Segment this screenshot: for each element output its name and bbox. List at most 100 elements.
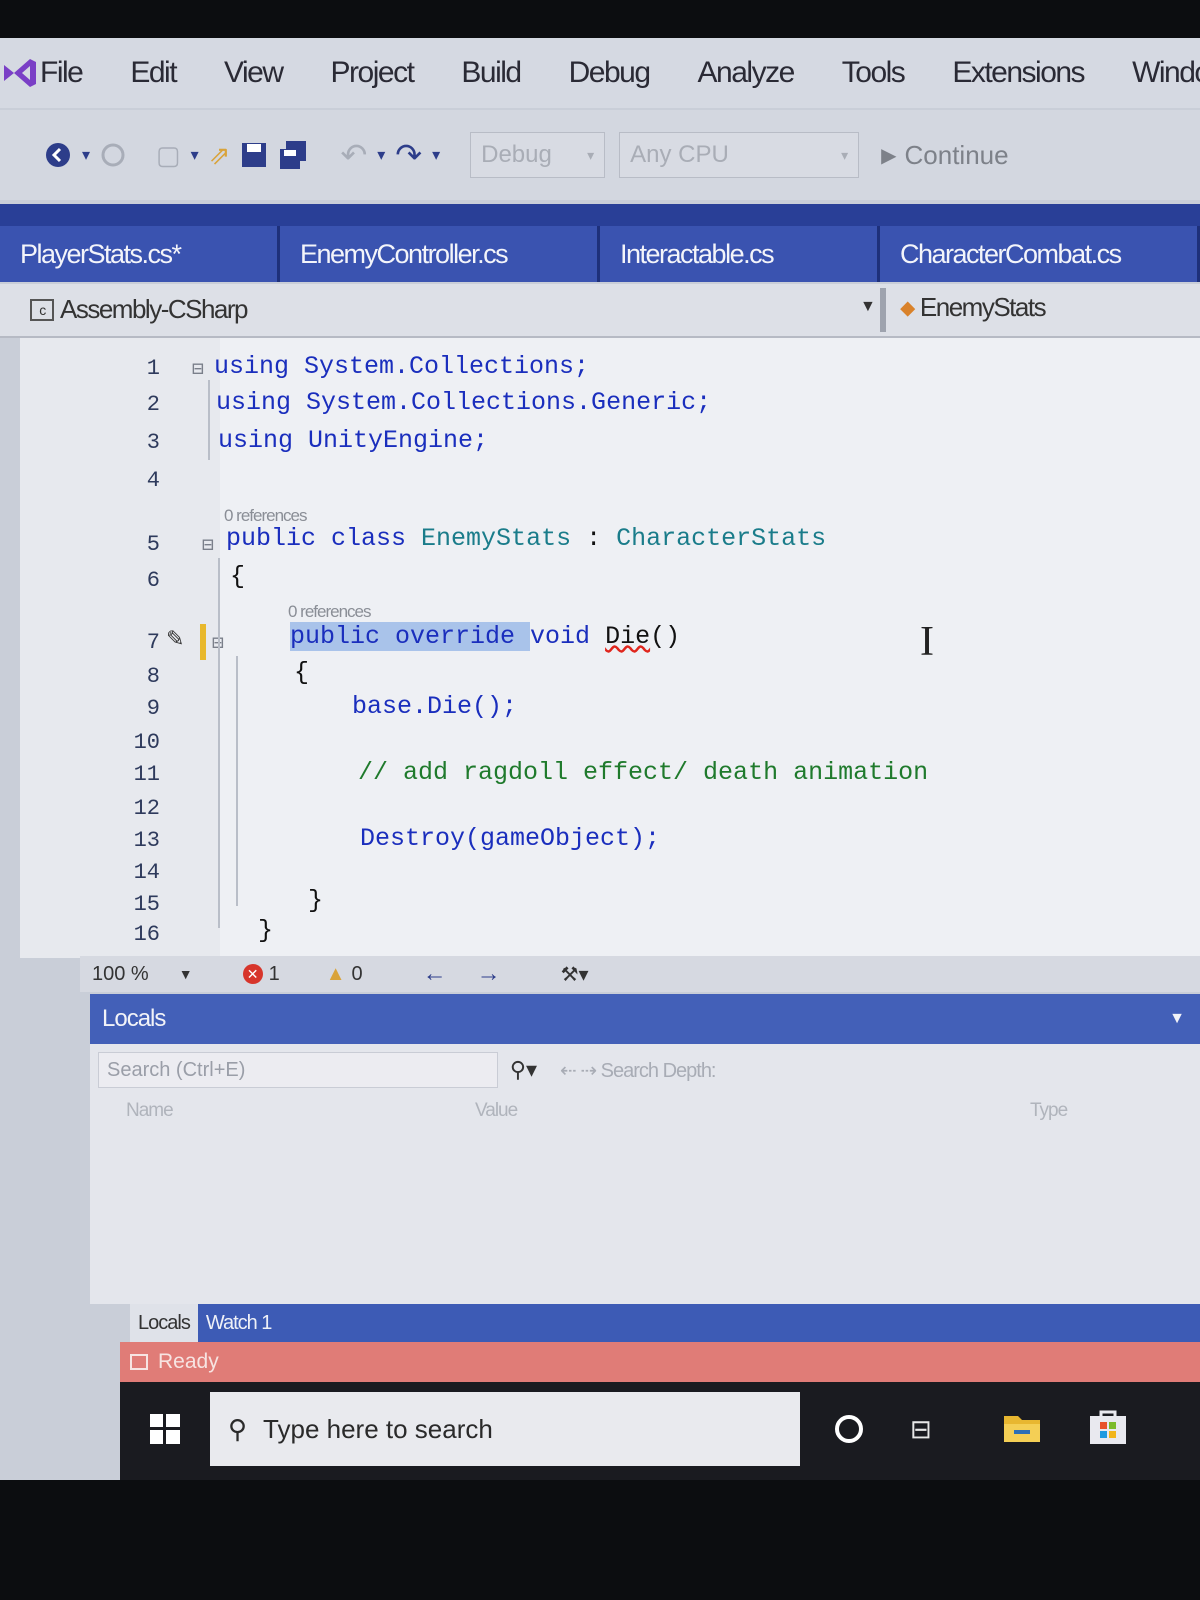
line-number: 2: [146, 392, 160, 417]
search-icon[interactable]: ⚲▾: [510, 1057, 537, 1083]
tab-watch-1[interactable]: Watch 1: [198, 1304, 280, 1342]
project-dropdown-icon[interactable]: ▼: [860, 298, 876, 316]
change-marker: [200, 624, 206, 660]
redo-icon[interactable]: ↷: [395, 130, 422, 180]
search-icon: ⚲: [228, 1413, 248, 1444]
previous-issue-icon[interactable]: ←: [423, 960, 447, 988]
navigate-back-icon[interactable]: [44, 130, 72, 180]
panel-menu-icon[interactable]: ▼: [1169, 1010, 1185, 1028]
menu-view[interactable]: View: [224, 56, 284, 90]
collapse-icon[interactable]: ⊟: [192, 356, 204, 382]
indent-guide: [236, 656, 238, 906]
column-type[interactable]: Type: [1030, 1100, 1068, 1122]
menu-extensions[interactable]: Extensions: [952, 56, 1085, 90]
zoom-dropdown-icon[interactable]: ▼: [179, 966, 193, 982]
menu-project[interactable]: Project: [331, 56, 415, 90]
line-number: 11: [133, 762, 160, 787]
code-lens-references[interactable]: 0 references: [224, 506, 307, 526]
file-explorer-icon[interactable]: [1002, 1410, 1042, 1449]
class-name: EnemyStats: [919, 292, 1047, 322]
undo-icon[interactable]: ↶: [340, 130, 367, 180]
status-bar: Ready: [120, 1342, 1200, 1382]
undo-dropdown-icon[interactable]: ▾: [377, 130, 385, 180]
menu-file[interactable]: File: [40, 56, 84, 90]
redo-dropdown-icon[interactable]: ▾: [432, 130, 440, 180]
zoom-level[interactable]: 100 %: [92, 963, 149, 986]
error-icon: ✕: [242, 964, 263, 984]
void-keyword: void: [530, 622, 606, 651]
taskbar-search-box[interactable]: ⚲ Type here to search: [210, 1392, 800, 1466]
type-selector[interactable]: ⬥ EnemyStats: [900, 292, 1047, 323]
menu-build[interactable]: Build: [461, 56, 522, 90]
line-number: 5: [146, 532, 160, 557]
new-project-icon[interactable]: ▢: [156, 130, 181, 180]
tab-playerstats[interactable]: PlayerStats.cs*: [0, 226, 280, 282]
line-number: 16: [133, 922, 160, 947]
solution-platform-select[interactable]: Any CPU ▾: [619, 132, 860, 178]
tab-interactable[interactable]: Interactable.cs: [600, 226, 880, 282]
task-view-icon[interactable]: ⊟: [910, 1414, 932, 1445]
line-number: 12: [133, 796, 160, 821]
line-number: 4: [146, 468, 160, 493]
class-icon: ⬥: [900, 294, 915, 320]
locals-panel: Search (Ctrl+E) ⚲▾ ⇠ ⇢ Search Depth: Nam…: [90, 1044, 1200, 1304]
brush-icon[interactable]: ⚒▾: [561, 962, 589, 987]
continue-button[interactable]: ▶ Continue: [881, 140, 1008, 171]
code-lens-references[interactable]: 0 references: [288, 602, 371, 622]
warning-count-button[interactable]: ▲ 0: [326, 963, 363, 986]
line-number: 9: [146, 696, 160, 721]
windows-taskbar: ⚲ Type here to search ⊟: [120, 1382, 1200, 1480]
text-cursor-icon: I: [920, 619, 934, 665]
indent-guide: [218, 558, 220, 928]
editor-status-strip: 100 % ▼ ✕ 1 ▲ 0 ← → ⚒▾: [80, 956, 1200, 992]
code-line-6: {: [230, 562, 246, 591]
tab-enemycontroller[interactable]: EnemyController.cs: [280, 226, 600, 282]
project-selector[interactable]: c Assembly-CSharp: [30, 294, 249, 325]
class-keyword: public class: [226, 524, 422, 553]
taskbar-search-placeholder: Type here to search: [263, 1413, 493, 1444]
menu-tools[interactable]: Tools: [842, 56, 906, 90]
tab-charactercombat[interactable]: CharacterCombat.cs: [880, 226, 1200, 282]
microsoft-store-icon[interactable]: [1088, 1408, 1128, 1449]
new-dropdown-icon[interactable]: ▾: [191, 130, 199, 180]
nav-splitter[interactable]: [880, 288, 886, 332]
line-number: 14: [133, 860, 160, 885]
project-name: Assembly-CSharp: [60, 294, 249, 324]
error-count-button[interactable]: ✕ 1: [242, 963, 280, 986]
solution-configuration-select[interactable]: Debug ▾: [470, 132, 606, 178]
line-number: 7: [146, 630, 160, 655]
locals-search-placeholder: Search (Ctrl+E): [107, 1058, 246, 1081]
menu-debug[interactable]: Debug: [569, 56, 651, 90]
debug-window-tabs: Locals Watch 1: [130, 1304, 1200, 1342]
save-icon[interactable]: [240, 130, 268, 180]
back-arrow-icon[interactable]: ⇠ ⇢: [560, 1060, 597, 1082]
menu-analyze[interactable]: Analyze: [698, 56, 796, 90]
colon-token: :: [571, 524, 617, 553]
code-line-5: public class EnemyStats : CharacterStats: [226, 524, 826, 553]
visual-studio-logo-icon: [0, 38, 40, 108]
line-number: 10: [133, 730, 160, 755]
back-dropdown-icon[interactable]: ▾: [82, 130, 90, 180]
next-issue-icon[interactable]: →: [477, 960, 501, 988]
visual-studio-window: File Edit View Project Build Debug Analy…: [0, 38, 1200, 1480]
save-all-icon[interactable]: [278, 130, 310, 180]
menu-edit[interactable]: Edit: [130, 56, 177, 90]
locals-title: Locals: [102, 1005, 166, 1032]
column-value[interactable]: Value: [475, 1100, 518, 1122]
open-file-icon[interactable]: ⇗: [209, 130, 231, 180]
code-line-1: using System.Collections;: [214, 352, 590, 381]
search-depth-text: Search Depth:: [600, 1060, 717, 1082]
navigate-forward-icon[interactable]: [100, 130, 126, 180]
column-name[interactable]: Name: [126, 1100, 174, 1122]
chevron-down-icon: ▾: [587, 146, 595, 163]
tab-locals[interactable]: Locals: [130, 1304, 198, 1342]
document-tabs: PlayerStats.cs* EnemyController.cs Inter…: [0, 204, 1200, 282]
menu-window[interactable]: Windo: [1132, 56, 1200, 90]
locals-search-input[interactable]: Search (Ctrl+E) ⚲▾: [98, 1052, 537, 1088]
locals-panel-header: Locals ▼: [90, 994, 1200, 1044]
cortana-icon[interactable]: [832, 1412, 866, 1451]
warning-icon: ▲: [325, 962, 346, 985]
collapse-icon[interactable]: ⊟: [202, 532, 214, 558]
code-editor[interactable]: 1 2 3 4 5 6 7 8 9 10 11 12 13 14 15 16 ✎…: [20, 338, 1200, 958]
windows-start-icon[interactable]: [150, 1413, 180, 1449]
